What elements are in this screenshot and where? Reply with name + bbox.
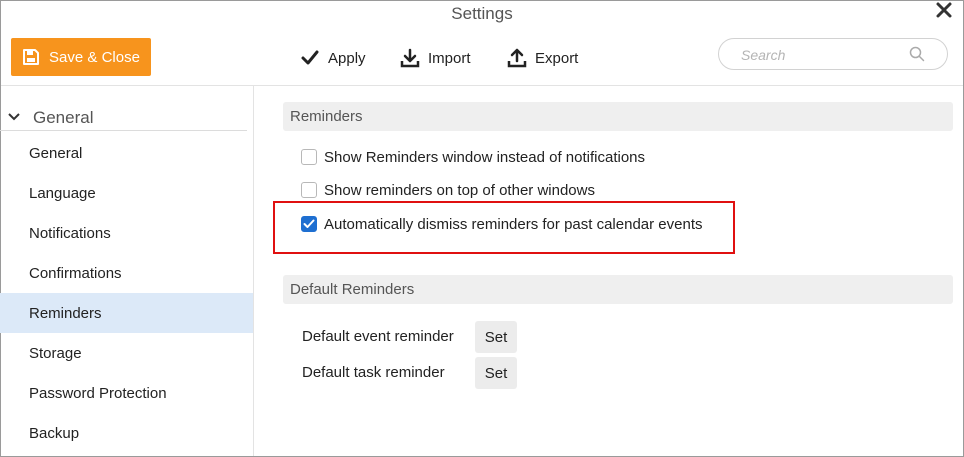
sidebar-item-label: Language	[29, 184, 96, 202]
sidebar-divider	[253, 86, 254, 456]
option-reminders-on-top[interactable]: Show reminders on top of other windows	[301, 179, 595, 201]
sidebar-group-underline	[0, 130, 247, 131]
close-button[interactable]	[931, 0, 957, 22]
sidebar-item-password-protection[interactable]: Password Protection	[0, 373, 253, 413]
sidebar-item-storage[interactable]: Storage	[0, 333, 253, 373]
option-label: Show Reminders window instead of notific…	[324, 148, 645, 166]
highlight-box	[273, 201, 735, 254]
checkmark-icon	[300, 49, 320, 67]
apply-label: Apply	[328, 49, 366, 67]
search-box[interactable]	[718, 38, 948, 70]
option-label: Show reminders on top of other windows	[324, 181, 595, 199]
default-reminders-section-header: Default Reminders	[283, 275, 953, 304]
window-title: Settings	[451, 4, 513, 23]
set-task-reminder-button[interactable]: Set	[475, 357, 517, 389]
apply-button[interactable]: Apply	[300, 44, 366, 72]
sidebar-item-confirmations[interactable]: Confirmations	[0, 253, 253, 293]
search-input[interactable]	[739, 45, 913, 65]
export-label: Export	[535, 49, 579, 67]
chevron-down-icon	[8, 113, 20, 121]
sidebar-item-label: Reminders	[29, 304, 102, 322]
checkbox[interactable]	[301, 182, 317, 198]
save-close-button[interactable]: Save & Close	[11, 38, 151, 76]
import-label: Import	[428, 49, 471, 67]
sidebar-item-label: Notifications	[29, 224, 111, 242]
sidebar-item-label: Storage	[29, 344, 82, 362]
sidebar-item-notifications[interactable]: Notifications	[0, 213, 253, 253]
checkbox[interactable]	[301, 149, 317, 165]
toolbar-divider	[1, 85, 963, 86]
sidebar-item-label: General	[29, 144, 83, 162]
save-close-label: Save & Close	[49, 48, 140, 66]
sidebar-group-label: General	[33, 108, 94, 127]
close-icon	[936, 2, 952, 18]
export-button[interactable]: Export	[507, 44, 578, 72]
sidebar-item-reminders[interactable]: Reminders	[0, 293, 253, 333]
default-event-reminder-label: Default event reminder	[302, 328, 454, 345]
default-task-reminder-label: Default task reminder	[302, 364, 445, 381]
save-icon	[22, 48, 40, 66]
import-button[interactable]: Import	[400, 44, 471, 72]
sidebar-item-language[interactable]: Language	[0, 173, 253, 213]
sidebar-item-general[interactable]: General	[0, 133, 253, 173]
sidebar-item-backup[interactable]: Backup	[0, 413, 253, 453]
upload-icon	[507, 48, 527, 68]
section-title: Default Reminders	[290, 281, 415, 298]
download-icon	[400, 48, 420, 68]
sidebar-item-label: Password Protection	[29, 384, 167, 402]
sidebar-item-label: Backup	[29, 424, 80, 442]
reminders-section-header: Reminders	[283, 102, 953, 131]
set-event-reminder-button[interactable]: Set	[475, 321, 517, 353]
section-title: Reminders	[290, 108, 363, 125]
sidebar-item-label: Confirmations	[29, 264, 122, 282]
sidebar-group-general[interactable]: General	[0, 104, 247, 132]
option-show-reminders-window[interactable]: Show Reminders window instead of notific…	[301, 146, 645, 168]
search-icon[interactable]	[909, 46, 925, 67]
